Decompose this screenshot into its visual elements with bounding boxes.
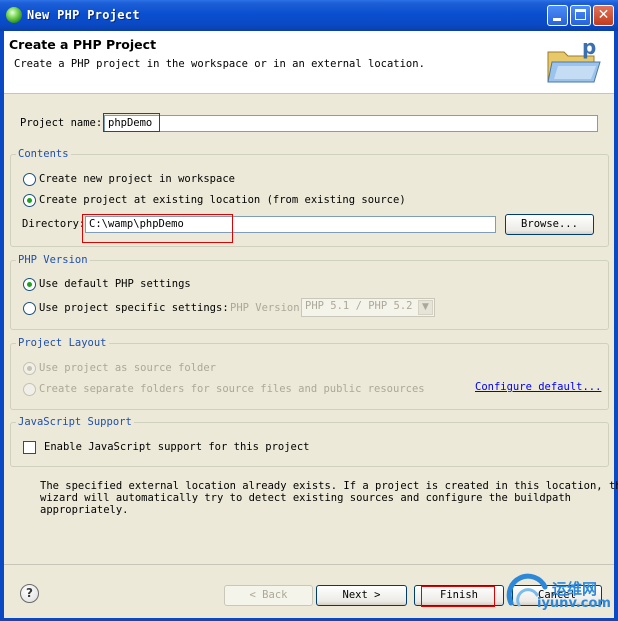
php-version-select-value: PHP 5.1 / PHP 5.2	[305, 300, 413, 312]
info-message: The specified external location already …	[40, 480, 618, 516]
maximize-icon	[575, 9, 586, 20]
next-button[interactable]: Next >	[316, 585, 407, 606]
project-name-field[interactable]: phpDemo	[104, 115, 598, 132]
minimize-button[interactable]	[547, 5, 568, 26]
enable-javascript-label: Enable JavaScript support for this proje…	[44, 441, 310, 453]
radio-default-php-settings[interactable]	[23, 278, 36, 291]
project-layout-group	[10, 343, 609, 410]
php-version-group-label: PHP Version	[16, 254, 90, 266]
enable-javascript-checkbox[interactable]	[23, 441, 36, 454]
wizard-title: Create a PHP Project	[9, 37, 157, 52]
directory-highlight	[82, 214, 233, 243]
window-title: New PHP Project	[27, 8, 140, 22]
close-icon: ✕	[597, 7, 610, 23]
configure-default-link[interactable]: Configure default...	[475, 381, 601, 393]
radio-project-specific-settings-label: Use project specific settings:	[39, 302, 229, 314]
directory-label: Directory:	[22, 218, 86, 230]
php-version-label: PHP Version:	[230, 302, 306, 314]
radio-separate-folders[interactable]	[23, 383, 36, 396]
php-folder-icon: p	[544, 35, 604, 88]
wizard-description: Create a PHP project in the workspace or…	[14, 58, 425, 70]
project-layout-group-label: Project Layout	[16, 337, 109, 349]
radio-project-specific-settings[interactable]	[23, 302, 36, 315]
contents-group-label: Contents	[16, 148, 71, 160]
php-version-group	[10, 260, 609, 330]
title-bar[interactable]: New PHP Project ✕	[0, 0, 618, 31]
javascript-support-group-label: JavaScript Support	[16, 416, 134, 428]
finish-highlight	[421, 586, 495, 607]
window-border-right	[614, 31, 618, 621]
maximize-button[interactable]	[570, 5, 591, 26]
radio-new-project-in-workspace[interactable]	[23, 173, 36, 186]
radio-separate-folders-label: Create separate folders for source files…	[39, 383, 425, 395]
minimize-icon	[553, 18, 561, 21]
help-icon[interactable]: ?	[20, 584, 39, 603]
eclipse-app-icon	[6, 7, 22, 23]
svg-text:p: p	[582, 36, 596, 59]
radio-project-as-source-folder[interactable]	[23, 362, 36, 375]
back-button[interactable]: < Back	[224, 585, 313, 606]
project-name-label: Project name:	[20, 117, 103, 129]
radio-existing-location[interactable]	[23, 194, 36, 207]
watermark-text-bottom: iyunv.com	[537, 596, 611, 611]
chevron-down-icon: ▼	[418, 300, 433, 315]
radio-project-as-source-folder-label: Use project as source folder	[39, 362, 217, 374]
radio-existing-location-label: Create project at existing location (fro…	[39, 194, 406, 206]
project-name-highlight	[103, 113, 160, 132]
radio-new-project-label: Create new project in workspace	[39, 173, 235, 185]
php-version-select[interactable]: PHP 5.1 / PHP 5.2	[301, 298, 435, 317]
close-button[interactable]: ✕	[593, 5, 614, 26]
radio-default-php-settings-label: Use default PHP settings	[39, 278, 191, 290]
browse-button[interactable]: Browse...	[505, 214, 594, 235]
